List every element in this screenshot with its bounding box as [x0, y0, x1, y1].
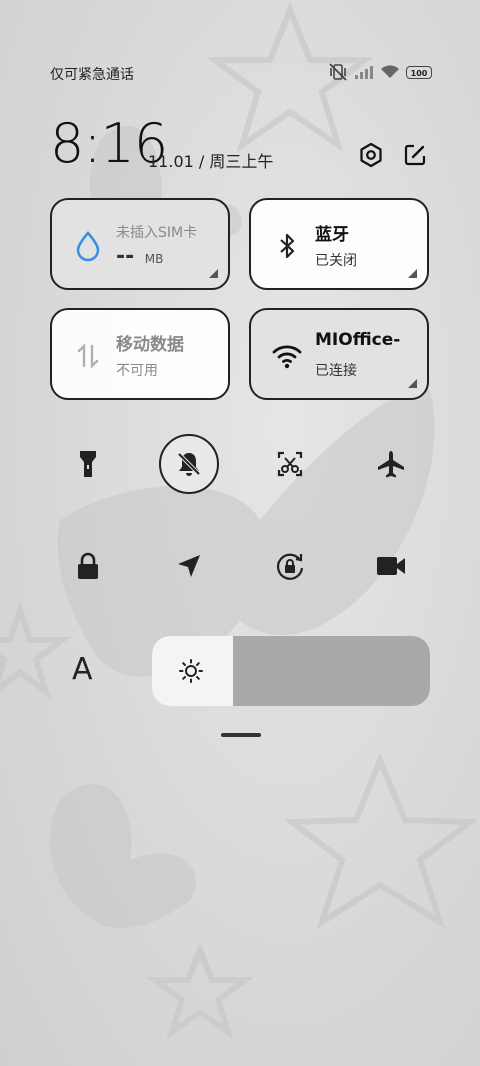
flashlight-icon [80, 451, 96, 477]
data-usage-tile[interactable]: 未插入SIM卡 -- MB [50, 198, 230, 290]
clock-date[interactable]: 11.01 / 周三上午 [148, 148, 273, 172]
sun-icon [179, 659, 203, 683]
tile-expand-corner [408, 379, 417, 388]
panel-drag-handle[interactable] [221, 733, 261, 737]
screen-record-icon [377, 557, 405, 575]
mobile-data-status: 不可用 [116, 363, 158, 379]
location-toggle[interactable] [159, 536, 219, 596]
carrier-status: 仅可紧急通话 [50, 67, 134, 83]
signal-icon [355, 66, 373, 79]
mobile-data-arrows-icon [77, 343, 99, 369]
battery-icon: 100 [406, 65, 432, 79]
sim-status: 未插入SIM卡 [116, 225, 198, 241]
mute-bell-icon [177, 452, 201, 476]
wifi-tile[interactable]: MIOffice- 已连接 [249, 308, 429, 400]
screenshot-scissors-icon [277, 451, 303, 477]
bluetooth-tile[interactable]: 蓝牙 已关闭 [249, 198, 429, 290]
data-usage-number: -- [116, 244, 135, 269]
font-size-button[interactable]: A [72, 652, 93, 687]
tile-expand-corner [408, 269, 417, 278]
wifi-status: 已连接 [315, 363, 357, 379]
data-usage-unit: MB [144, 252, 164, 266]
wifi-network-name: MIOffice- [315, 330, 401, 350]
auto-rotate-lock-icon [276, 553, 304, 580]
airplane-icon [378, 451, 404, 478]
bluetooth-icon [280, 233, 295, 259]
silent-mode-toggle[interactable] [159, 434, 219, 494]
screen-recorder-toggle[interactable] [361, 536, 421, 596]
lock-screen-toggle[interactable] [58, 536, 118, 596]
tile-expand-corner [209, 269, 218, 278]
mobile-data-title: 移动数据 [116, 335, 184, 355]
water-drop-icon [76, 231, 100, 262]
wifi-status-icon [381, 65, 399, 78]
bluetooth-status: 已关闭 [315, 253, 357, 269]
mobile-data-tile[interactable]: 移动数据 不可用 [50, 308, 230, 400]
status-icons: 100 [328, 63, 432, 81]
flashlight-toggle[interactable] [58, 434, 118, 494]
lock-icon [78, 552, 98, 579]
vibrate-off-icon [329, 63, 347, 81]
bluetooth-title: 蓝牙 [315, 225, 349, 245]
rotation-lock-toggle[interactable] [260, 536, 320, 596]
wifi-icon [272, 345, 302, 369]
screenshot-toggle[interactable] [260, 434, 320, 494]
edit-icon[interactable] [402, 142, 428, 168]
settings-icon[interactable] [358, 142, 384, 168]
brightness-slider[interactable] [152, 636, 430, 706]
airplane-mode-toggle[interactable] [361, 434, 421, 494]
data-usage-value: -- MB [116, 244, 163, 269]
location-icon [178, 555, 200, 577]
